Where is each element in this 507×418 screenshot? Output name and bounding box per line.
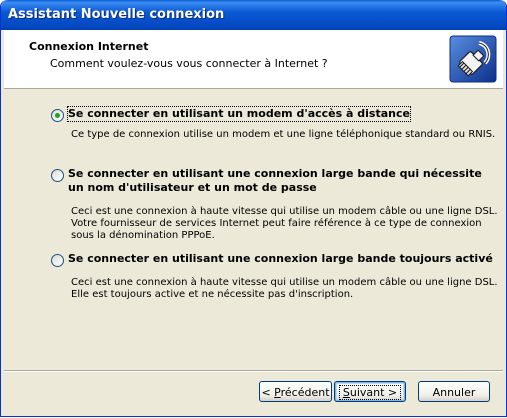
radio-broadband-auth[interactable] xyxy=(51,169,64,182)
cancel-button-label: Annuler xyxy=(432,386,476,399)
option-broadband-always-on-description-line2: Elle est toujours active et ne nécessite… xyxy=(71,289,354,300)
option-dialup-description: Ce type de connexion utilise un modem et… xyxy=(71,129,496,140)
option-broadband-auth-description-line3: sous la dénomination PPPoE. xyxy=(71,230,215,241)
wizard-header: Connexion Internet Comment voulez-vous v… xyxy=(4,30,503,89)
page-title: Connexion Internet xyxy=(29,40,149,53)
title-bar[interactable]: Assistant Nouvelle connexion xyxy=(1,0,506,30)
button-separator xyxy=(4,370,503,372)
page-subtitle: Comment voulez-vous vous connecter à Int… xyxy=(50,57,328,70)
option-dialup-label[interactable]: Se connecter en utilisant un modem d'acc… xyxy=(67,106,411,122)
next-button[interactable]: Suivant > xyxy=(334,381,406,402)
option-broadband-always-on-description-line1: Ceci est une connexion à haute vitesse q… xyxy=(71,277,498,288)
radio-broadband-always-on[interactable] xyxy=(51,254,64,267)
cancel-button[interactable]: Annuler xyxy=(418,381,490,402)
radio-dialup[interactable] xyxy=(51,109,64,122)
wizard-window: Assistant Nouvelle connexion Connexion I… xyxy=(0,0,507,417)
window-title: Assistant Nouvelle connexion xyxy=(8,7,225,22)
radio-selected-dot xyxy=(55,113,60,118)
option-broadband-auth-label-line2[interactable]: un nom d'utilisateur et un mot de passe xyxy=(68,181,317,195)
option-broadband-always-on-label[interactable]: Se connecter en utilisant une connexion … xyxy=(68,252,493,266)
next-button-label: Suivant > xyxy=(338,385,402,400)
network-cable-icon xyxy=(449,35,497,83)
back-button[interactable]: < Précédent xyxy=(259,381,332,402)
option-broadband-auth-label-line1[interactable]: Se connecter en utilisant une connexion … xyxy=(68,167,482,181)
option-broadband-auth-description-line2: Votre fournisseur de services Internet p… xyxy=(71,218,482,229)
back-button-label: < Précédent xyxy=(261,386,330,399)
option-broadband-auth-description-line1: Ceci est une connexion à haute vitesse q… xyxy=(71,206,498,217)
